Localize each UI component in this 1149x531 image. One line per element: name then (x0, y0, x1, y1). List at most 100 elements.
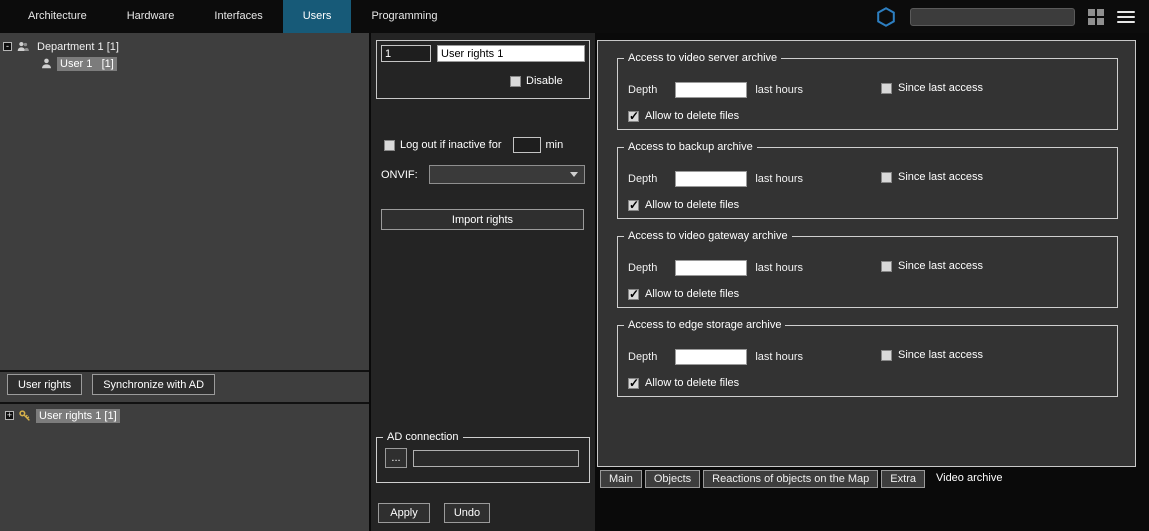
tree-item-user[interactable]: User 1 [1] (40, 55, 117, 72)
tree-item-label: Department 1 [1] (34, 40, 122, 54)
ad-browse-button[interactable]: ... (385, 448, 407, 468)
tab-reactions-map[interactable]: Reactions of objects on the Map (703, 470, 878, 488)
object-id-input[interactable] (381, 45, 431, 62)
allow-delete-checkbox[interactable] (628, 111, 639, 122)
group-title: Access to video server archive (624, 52, 781, 64)
expand-icon[interactable]: + (5, 411, 14, 420)
tab-objects[interactable]: Objects (645, 470, 700, 488)
group-title: Access to backup archive (624, 141, 757, 153)
tab-interfaces[interactable]: Interfaces (194, 0, 282, 33)
since-last-access-row: Since last access (881, 260, 983, 272)
undo-button[interactable]: Undo (444, 503, 490, 523)
logout-inactive-checkbox[interactable] (384, 140, 395, 151)
group-video-gateway-archive: Access to video gateway archive Depth la… (617, 236, 1118, 308)
tab-main[interactable]: Main (600, 470, 642, 488)
allow-delete-checkbox[interactable] (628, 378, 639, 389)
allow-delete-label: Allow to delete files (645, 110, 739, 122)
group-video-server-archive: Access to video server archive Depth las… (617, 58, 1118, 130)
last-hours-label: last hours (755, 351, 803, 363)
panel-divider (0, 370, 369, 372)
collapse-icon[interactable]: - (3, 42, 12, 51)
depth-input[interactable] (675, 260, 747, 276)
ad-connection-title: AD connection (383, 431, 463, 443)
import-rights-button[interactable]: Import rights (381, 209, 584, 230)
tab-architecture[interactable]: Architecture (8, 0, 107, 33)
properties-panel: Disable Log out if inactive for min ONVI… (371, 33, 595, 531)
tab-extra[interactable]: Extra (881, 470, 925, 488)
logout-minutes-input[interactable] (513, 137, 541, 153)
settings-area: Access to video server archive Depth las… (597, 33, 1149, 531)
apply-button[interactable]: Apply (378, 503, 430, 523)
since-last-access-label: Since last access (898, 349, 983, 361)
hamburger-menu-icon[interactable] (1117, 11, 1135, 23)
since-last-access-checkbox[interactable] (881, 172, 892, 183)
onvif-label: ONVIF: (381, 169, 418, 181)
ad-connection-group: AD connection ... (376, 437, 590, 483)
allow-delete-label: Allow to delete files (645, 199, 739, 211)
since-last-access-checkbox[interactable] (881, 83, 892, 94)
depth-label: Depth (628, 84, 657, 96)
logout-inactive-row: Log out if inactive for min (384, 137, 563, 153)
top-menu-bar: Architecture Hardware Interfaces Users P… (0, 0, 1149, 33)
depth-label: Depth (628, 351, 657, 363)
tab-users[interactable]: Users (283, 0, 352, 33)
depth-label: Depth (628, 173, 657, 185)
layout-grid-icon[interactable] (1088, 9, 1104, 25)
since-last-access-label: Since last access (898, 82, 983, 94)
disable-checkbox[interactable] (510, 76, 521, 87)
since-last-access-label: Since last access (898, 260, 983, 272)
app-window: Architecture Hardware Interfaces Users P… (0, 0, 1149, 531)
tree-mode-buttons: User rights Synchronize with AD (7, 374, 215, 395)
confirm-buttons: Apply Undo (378, 503, 490, 523)
depth-input[interactable] (675, 82, 747, 98)
since-last-access-row: Since last access (881, 171, 983, 183)
topbar-right-cluster (875, 6, 1149, 28)
hexagon-logo-icon (875, 6, 897, 28)
depth-input[interactable] (675, 349, 747, 365)
main-tabs: Architecture Hardware Interfaces Users P… (8, 0, 457, 33)
search-input[interactable] (910, 8, 1075, 26)
allow-delete-checkbox[interactable] (628, 200, 639, 211)
depth-input[interactable] (675, 171, 747, 187)
since-last-access-label: Since last access (898, 171, 983, 183)
last-hours-label: last hours (755, 262, 803, 274)
group-edge-storage-archive: Access to edge storage archive Depth las… (617, 325, 1118, 397)
group-backup-archive: Access to backup archive Depth last hour… (617, 147, 1118, 219)
tab-programming[interactable]: Programming (351, 0, 457, 33)
ad-connection-input[interactable] (413, 450, 579, 467)
last-hours-label: last hours (755, 173, 803, 185)
video-archive-panel: Access to video server archive Depth las… (597, 40, 1136, 467)
tree-item-label-selected: User 1 [1] (57, 57, 117, 71)
allow-delete-label: Allow to delete files (645, 288, 739, 300)
last-hours-label: last hours (755, 84, 803, 96)
user-icon (40, 57, 53, 70)
allow-delete-checkbox[interactable] (628, 289, 639, 300)
tab-hardware[interactable]: Hardware (107, 0, 195, 33)
tree-item-user-rights[interactable]: + User rights 1 [1] (5, 407, 120, 424)
tree-item-department[interactable]: - Department 1 [1] (3, 38, 122, 55)
since-last-access-checkbox[interactable] (881, 350, 892, 361)
synchronize-ad-button[interactable]: Synchronize with AD (92, 374, 215, 395)
panel-divider (0, 402, 369, 404)
disable-label: Disable (526, 75, 563, 87)
logout-inactive-label: Log out if inactive for (400, 139, 502, 151)
group-title: Access to video gateway archive (624, 230, 792, 242)
tree-item-label-selected: User rights 1 [1] (36, 409, 120, 423)
identity-box: Disable (376, 40, 590, 99)
tab-video-archive[interactable]: Video archive (928, 469, 1010, 488)
key-icon (18, 409, 32, 423)
chevron-down-icon (570, 172, 578, 177)
since-last-access-row: Since last access (881, 349, 983, 361)
since-last-access-row: Since last access (881, 82, 983, 94)
onvif-dropdown[interactable] (429, 165, 585, 184)
settings-tabs: Main Objects Reactions of objects on the… (600, 469, 1010, 488)
since-last-access-checkbox[interactable] (881, 261, 892, 272)
department-icon (16, 40, 30, 53)
group-title: Access to edge storage archive (624, 319, 785, 331)
object-name-input[interactable] (437, 45, 585, 62)
objects-tree-panel: - Department 1 [1] User 1 [1] User right… (0, 33, 369, 531)
allow-delete-label: Allow to delete files (645, 377, 739, 389)
user-rights-button[interactable]: User rights (7, 374, 82, 395)
minutes-unit-label: min (546, 139, 564, 151)
disable-row: Disable (510, 75, 563, 87)
